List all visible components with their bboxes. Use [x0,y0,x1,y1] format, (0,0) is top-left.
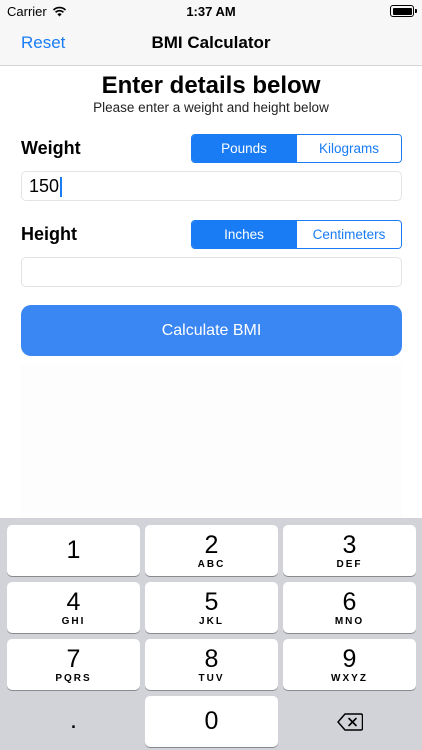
key-letters: ABC [197,559,226,570]
key-3[interactable]: 3 DEF [283,525,416,576]
key-label: 6 [342,588,357,616]
weight-unit-pounds[interactable]: Pounds [192,135,296,162]
result-area [21,365,402,518]
key-8[interactable]: 8 TUV [145,639,278,690]
key-label: 0 [204,707,219,735]
key-letters: PQRS [55,673,92,684]
form-heading: Enter details below [101,72,321,99]
key-label: 1 [66,536,81,564]
key-1[interactable]: 1 [7,525,140,576]
key-5[interactable]: 5 JKL [145,582,278,633]
key-letters: WXYZ [331,673,368,684]
page-title: BMI Calculator [151,33,271,52]
weight-label: Weight [21,138,81,158]
key-delete[interactable] [283,696,416,747]
key-letters: TUV [198,673,225,684]
height-input[interactable] [21,257,402,287]
height-label: Height [21,224,77,244]
height-unit-inches[interactable]: Inches [192,221,296,248]
status-time: 1:37 AM [186,4,236,19]
text-cursor [60,177,63,198]
key-label: . [70,706,77,734]
backspace-icon [336,713,363,731]
height-unit-control: Inches Centimeters [191,220,402,249]
key-7[interactable]: 7 PQRS [7,639,140,690]
weight-input-value: 150 [29,176,60,196]
form-subheading: Please enter a weight and height below [93,100,329,115]
key-label: 8 [204,645,219,673]
weight-unit-control: Pounds Kilograms [191,134,402,163]
navigation-bar: Reset BMI Calculator [0,22,422,66]
key-letters: JKL [199,616,224,627]
key-0[interactable]: 0 [145,696,278,747]
status-bar: Carrier 1:37 AM [0,0,422,22]
battery-icon [390,5,417,17]
key-letters: DEF [336,559,363,570]
key-label: 2 [204,531,219,559]
key-letters: MNO [334,616,365,627]
key-label: 5 [204,588,219,616]
weight-unit-kilograms[interactable]: Kilograms [296,135,401,162]
key-letters: GHI [61,616,86,627]
key-label: 3 [342,531,357,559]
key-label: 9 [342,645,357,673]
height-unit-centimeters[interactable]: Centimeters [296,221,401,248]
weight-input[interactable]: 150 [21,171,402,201]
key-9[interactable]: 9 WXYZ [283,639,416,690]
key-2[interactable]: 2 ABC [145,525,278,576]
key-label: 4 [66,588,81,616]
key-label: 7 [66,645,81,673]
numeric-keyboard: 1 2 ABC 3 DEF 4 GHI 5 JKL 6 MNO 7 PQRS 8… [0,518,422,750]
key-6[interactable]: 6 MNO [283,582,416,633]
key-4[interactable]: 4 GHI [7,582,140,633]
calculate-bmi-button[interactable]: Calculate BMI [21,305,402,356]
key-decimal[interactable]: . [7,696,140,747]
